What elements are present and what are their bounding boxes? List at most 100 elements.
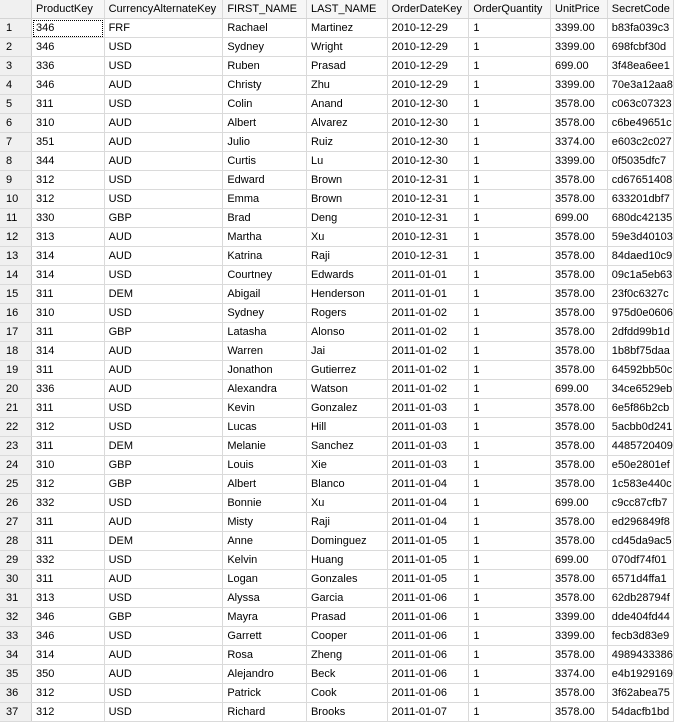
grid-cell[interactable]: Sydney xyxy=(222,37,307,57)
grid-cell[interactable]: 6e5f86b2cb xyxy=(607,398,674,418)
table-row[interactable]: 16 310 USD Sydney Rogers 2011-01-02 1 3578.00 97… xyxy=(0,303,674,323)
grid-cell[interactable]: 3578.00 xyxy=(550,360,608,380)
grid-cell[interactable]: 310 xyxy=(31,113,105,133)
grid-cell[interactable]: 699.00 xyxy=(550,493,608,513)
grid-cell[interactable]: 332 xyxy=(31,493,105,513)
grid-cell[interactable]: 1c583e440c xyxy=(607,474,674,494)
corner-cell[interactable] xyxy=(0,0,32,19)
table-row[interactable]: 32 346 GBP Mayra Prasad 2011-01-06 1 3399.00 dde… xyxy=(0,607,674,627)
grid-cell[interactable]: GBP xyxy=(104,607,224,627)
grid-cell[interactable]: 3374.00 xyxy=(550,132,608,152)
row-number[interactable]: 29 xyxy=(0,550,32,570)
grid-cell[interactable]: 1 xyxy=(468,588,552,608)
table-row[interactable]: 6 310 AUD Albert Alvarez 2010-12-30 1 3578.00 c6… xyxy=(0,113,674,133)
row-number[interactable]: 26 xyxy=(0,493,32,513)
grid-cell[interactable]: cd45da9ac5 xyxy=(607,531,674,551)
grid-cell[interactable]: 314 xyxy=(31,265,105,285)
grid-cell[interactable]: 1 xyxy=(468,436,552,456)
grid-cell[interactable]: 2011-01-04 xyxy=(387,474,470,494)
grid-cell[interactable]: USD xyxy=(104,94,224,114)
grid-cell[interactable]: Albert xyxy=(222,113,307,133)
grid-cell[interactable]: 2011-01-04 xyxy=(387,493,470,513)
grid-cell[interactable]: 1 xyxy=(468,265,552,285)
grid-cell[interactable]: 3578.00 xyxy=(550,417,608,437)
grid-cell[interactable]: 2011-01-05 xyxy=(387,531,470,551)
grid-cell[interactable]: c063c07323 xyxy=(607,94,674,114)
grid-cell[interactable]: 346 xyxy=(31,626,105,646)
row-number[interactable]: 24 xyxy=(0,455,32,475)
row-number[interactable]: 11 xyxy=(0,208,32,228)
grid-cell[interactable]: Warren xyxy=(222,341,307,361)
grid-cell[interactable]: 2011-01-06 xyxy=(387,607,470,627)
row-number[interactable]: 8 xyxy=(0,151,32,171)
grid-cell[interactable]: 310 xyxy=(31,455,105,475)
grid-cell[interactable]: 975d0e0606 xyxy=(607,303,674,323)
grid-cell[interactable]: 311 xyxy=(31,94,105,114)
grid-cell[interactable]: Abigail xyxy=(222,284,307,304)
grid-cell[interactable]: Blanco xyxy=(306,474,388,494)
table-row[interactable]: 24 310 GBP Louis Xie 2011-01-03 1 3578.00 e50e28… xyxy=(0,455,674,475)
grid-cell[interactable]: USD xyxy=(104,398,224,418)
grid-cell[interactable]: Dominguez xyxy=(306,531,388,551)
grid-cell[interactable]: 84daed10c9 xyxy=(607,246,674,266)
table-row[interactable]: 3 336 USD Ruben Prasad 2010-12-29 1 699.00 3f48e… xyxy=(0,56,674,76)
table-row[interactable]: 36 312 USD Patrick Cook 2011-01-06 1 3578.00 3f6… xyxy=(0,683,674,703)
grid-cell[interactable]: 2011-01-03 xyxy=(387,455,470,475)
table-row[interactable]: 11 330 GBP Brad Deng 2010-12-31 1 699.00 680dc42… xyxy=(0,208,674,228)
grid-cell[interactable]: AUD xyxy=(104,645,224,665)
row-number[interactable]: 13 xyxy=(0,246,32,266)
grid-cell[interactable]: 4485720409 xyxy=(607,436,674,456)
grid-cell[interactable]: 0f5035dfc7 xyxy=(607,151,674,171)
grid-cell[interactable]: Garrett xyxy=(222,626,307,646)
grid-cell[interactable]: 699.00 xyxy=(550,379,608,399)
grid-cell[interactable]: USD xyxy=(104,265,224,285)
grid-cell[interactable]: 1 xyxy=(468,550,552,570)
grid-cell[interactable]: Raji xyxy=(306,246,388,266)
grid-cell[interactable]: 2011-01-04 xyxy=(387,512,470,532)
grid-cell[interactable]: 2010-12-31 xyxy=(387,246,470,266)
grid-cell[interactable]: Beck xyxy=(306,664,388,684)
grid-cell[interactable]: Brown xyxy=(306,189,388,209)
grid-cell[interactable]: Brad xyxy=(222,208,307,228)
grid-cell[interactable]: AUD xyxy=(104,569,224,589)
grid-cell[interactable]: Henderson xyxy=(306,284,388,304)
grid-cell[interactable]: 1 xyxy=(468,512,552,532)
grid-cell[interactable]: Alyssa xyxy=(222,588,307,608)
table-row[interactable]: 17 311 GBP Latasha Alonso 2011-01-02 1 3578.00 2… xyxy=(0,322,674,342)
grid-cell[interactable]: 311 xyxy=(31,531,105,551)
grid-cell[interactable]: Logan xyxy=(222,569,307,589)
grid-cell[interactable]: Curtis xyxy=(222,151,307,171)
grid-cell[interactable]: 1 xyxy=(468,455,552,475)
grid-cell[interactable]: 09c1a5eb63 xyxy=(607,265,674,285)
grid-cell[interactable]: 070df74f01 xyxy=(607,550,674,570)
row-number[interactable]: 7 xyxy=(0,132,32,152)
grid-cell[interactable]: 699.00 xyxy=(550,56,608,76)
row-number[interactable]: 34 xyxy=(0,645,32,665)
grid-cell[interactable]: 1 xyxy=(468,75,552,95)
grid-cell[interactable]: 2011-01-06 xyxy=(387,645,470,665)
table-row[interactable]: 21 311 USD Kevin Gonzalez 2011-01-03 1 3578.00 6… xyxy=(0,398,674,418)
table-row[interactable]: 26 332 USD Bonnie Xu 2011-01-04 1 699.00 c9cc87c… xyxy=(0,493,674,513)
grid-cell[interactable]: Melanie xyxy=(222,436,307,456)
grid-cell[interactable]: Gonzalez xyxy=(306,398,388,418)
grid-cell[interactable]: 1 xyxy=(468,94,552,114)
grid-cell[interactable]: Martha xyxy=(222,227,307,247)
grid-cell[interactable]: Garcia xyxy=(306,588,388,608)
table-row[interactable]: 12 313 AUD Martha Xu 2010-12-31 1 3578.00 59e3d4… xyxy=(0,227,674,247)
grid-cell[interactable]: 2011-01-02 xyxy=(387,379,470,399)
grid-cell[interactable]: 5acbb0d241 xyxy=(607,417,674,437)
grid-cell[interactable]: 1 xyxy=(468,474,552,494)
grid-cell[interactable]: Cook xyxy=(306,683,388,703)
grid-cell[interactable]: 1 xyxy=(468,246,552,266)
table-row[interactable]: 35 350 AUD Alejandro Beck 2011-01-06 1 3374.00 e… xyxy=(0,664,674,684)
grid-cell[interactable]: Huang xyxy=(306,550,388,570)
grid-cell[interactable]: 6571d4ffa1 xyxy=(607,569,674,589)
grid-cell[interactable]: 311 xyxy=(31,360,105,380)
grid-cell[interactable]: Brown xyxy=(306,170,388,190)
row-number[interactable]: 33 xyxy=(0,626,32,646)
grid-cell[interactable]: Gutierrez xyxy=(306,360,388,380)
table-row[interactable]: 34 314 AUD Rosa Zheng 2011-01-06 1 3578.00 49894… xyxy=(0,645,674,665)
grid-cell[interactable]: 1 xyxy=(468,493,552,513)
grid-cell[interactable]: 1 xyxy=(468,626,552,646)
grid-cell[interactable]: Rosa xyxy=(222,645,307,665)
